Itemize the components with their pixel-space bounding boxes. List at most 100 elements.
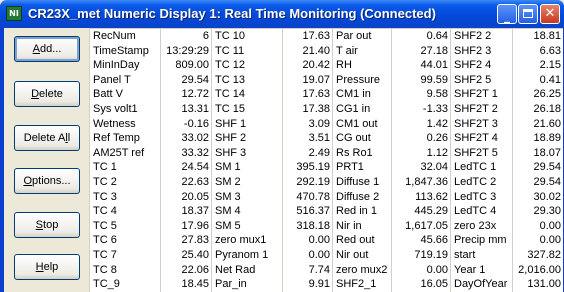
field-label[interactable]: SM 2	[212, 175, 282, 190]
field-value[interactable]: 18.07	[513, 145, 563, 161]
field-label[interactable]: TC 1	[90, 160, 160, 176]
field-label[interactable]: TC 15	[212, 102, 282, 117]
field-value[interactable]: 17.63	[283, 29, 332, 44]
field-value[interactable]: 17.38	[283, 102, 332, 117]
field-value[interactable]: 0.64	[392, 29, 450, 44]
field-label[interactable]: SHF2T 3	[451, 116, 512, 132]
field-value[interactable]: 16.05	[392, 277, 450, 292]
field-label[interactable]: LedTC 4	[451, 204, 512, 220]
field-value[interactable]: 3.51	[283, 131, 332, 147]
field-label[interactable]: TimeStamp	[90, 43, 160, 59]
field-value[interactable]: 2.49	[283, 145, 332, 161]
field-label[interactable]: MinInDay	[90, 58, 160, 74]
field-label[interactable]: TC_9	[90, 277, 160, 292]
field-label[interactable]: zero 23x	[451, 218, 512, 234]
field-label[interactable]: TC 10	[212, 29, 282, 44]
app-icon[interactable]: NI	[6, 6, 22, 21]
field-label[interactable]: TC 4	[90, 204, 160, 220]
field-label[interactable]: TC 3	[90, 189, 160, 205]
field-label[interactable]: SM 1	[212, 160, 282, 176]
field-label[interactable]: RecNum	[90, 29, 160, 44]
title-bar[interactable]: NI CR23X_met Numeric Display 1: Real Tim…	[0, 0, 564, 28]
field-label[interactable]: CG out	[333, 131, 391, 147]
field-value[interactable]: 0.00	[513, 233, 563, 249]
field-label[interactable]: TC 7	[90, 248, 160, 263]
field-label[interactable]: LedTC 2	[451, 175, 512, 190]
field-label[interactable]: SHF2 5	[451, 72, 512, 88]
field-value[interactable]: 24.54	[161, 160, 211, 176]
field-value[interactable]: 29.54	[513, 160, 563, 176]
field-value[interactable]: 33.02	[161, 131, 211, 147]
field-label[interactable]: SHF2 2	[451, 29, 512, 44]
field-value[interactable]: 30.02	[513, 189, 563, 205]
field-value[interactable]: 33.32	[161, 145, 211, 161]
field-label[interactable]: DayOfYear	[451, 277, 512, 292]
field-label[interactable]: Ref Temp	[90, 131, 160, 147]
field-label[interactable]: CG1 in	[333, 102, 391, 117]
field-value[interactable]: 29.54	[513, 175, 563, 190]
field-label[interactable]: SM 5	[212, 218, 282, 234]
field-label[interactable]: start	[451, 248, 512, 263]
field-label[interactable]: Batt V	[90, 87, 160, 103]
field-value[interactable]: 6	[161, 29, 211, 44]
field-value[interactable]: 29.30	[513, 204, 563, 220]
field-label[interactable]: TC 12	[212, 58, 282, 74]
field-label[interactable]: Precip mm	[451, 233, 512, 249]
field-label[interactable]: TC 14	[212, 87, 282, 103]
field-label[interactable]: SHF2 3	[451, 43, 512, 59]
field-value[interactable]: 0.00	[283, 248, 332, 263]
delete-all-button[interactable]: Delete All	[14, 125, 80, 151]
field-value[interactable]: 292.19	[283, 175, 332, 190]
field-label[interactable]: SHF2_1	[333, 277, 391, 292]
field-value[interactable]: 327.82	[513, 248, 563, 263]
field-value[interactable]: 809.00	[161, 58, 211, 74]
field-value[interactable]: 18.45	[161, 277, 211, 292]
field-label[interactable]: CM1 out	[333, 116, 391, 132]
minimize-button[interactable]: _	[497, 4, 517, 24]
field-value[interactable]: 131.00	[513, 277, 563, 292]
field-value[interactable]: 26.18	[513, 102, 563, 117]
field-label[interactable]: T air	[333, 43, 391, 59]
field-value[interactable]: 395.19	[283, 160, 332, 176]
field-label[interactable]: zero mux2	[333, 262, 391, 278]
field-value[interactable]: 32.04	[392, 160, 450, 176]
field-value[interactable]: 18.89	[513, 131, 563, 147]
field-value[interactable]: 12.72	[161, 87, 211, 103]
field-value[interactable]: 27.18	[392, 43, 450, 59]
field-value[interactable]: 0.26	[392, 131, 450, 147]
field-label[interactable]: Panel T	[90, 72, 160, 88]
field-label[interactable]: Diffuse 1	[333, 175, 391, 190]
field-label[interactable]: Pressure	[333, 72, 391, 88]
field-label[interactable]: AM25T ref	[90, 145, 160, 161]
field-value[interactable]: 22.06	[161, 262, 211, 278]
field-label[interactable]: TC 6	[90, 233, 160, 249]
field-value[interactable]: 20.05	[161, 189, 211, 205]
field-value[interactable]: 9.58	[392, 87, 450, 103]
field-value[interactable]: 445.29	[392, 204, 450, 220]
field-label[interactable]: Red out	[333, 233, 391, 249]
field-value[interactable]: -0.16	[161, 116, 211, 132]
field-label[interactable]: SHF 3	[212, 145, 282, 161]
field-value[interactable]: 516.37	[283, 204, 332, 220]
field-value[interactable]: 1,847.36	[392, 175, 450, 190]
field-value[interactable]: 113.62	[392, 189, 450, 205]
field-value[interactable]: 27.83	[161, 233, 211, 249]
field-label[interactable]: Nir out	[333, 248, 391, 263]
field-label[interactable]: SHF2 4	[451, 58, 512, 74]
field-value[interactable]: 26.25	[513, 87, 563, 103]
field-value[interactable]: 3.09	[283, 116, 332, 132]
field-label[interactable]: LedTC 1	[451, 160, 512, 176]
field-label[interactable]: zero mux1	[212, 233, 282, 249]
field-value[interactable]: 0.00	[392, 262, 450, 278]
field-value[interactable]: 2.15	[513, 58, 563, 74]
field-value[interactable]: 13:29:29	[161, 43, 211, 59]
field-label[interactable]: SM 3	[212, 189, 282, 205]
field-value[interactable]: 44.01	[392, 58, 450, 74]
field-value[interactable]: 719.19	[392, 248, 450, 263]
field-value[interactable]: 0.00	[513, 218, 563, 234]
field-label[interactable]: SHF2T 2	[451, 102, 512, 117]
field-value[interactable]: 22.63	[161, 175, 211, 190]
field-value[interactable]: 25.40	[161, 248, 211, 263]
field-value[interactable]: 6.63	[513, 43, 563, 59]
field-label[interactable]: Par out	[333, 29, 391, 44]
